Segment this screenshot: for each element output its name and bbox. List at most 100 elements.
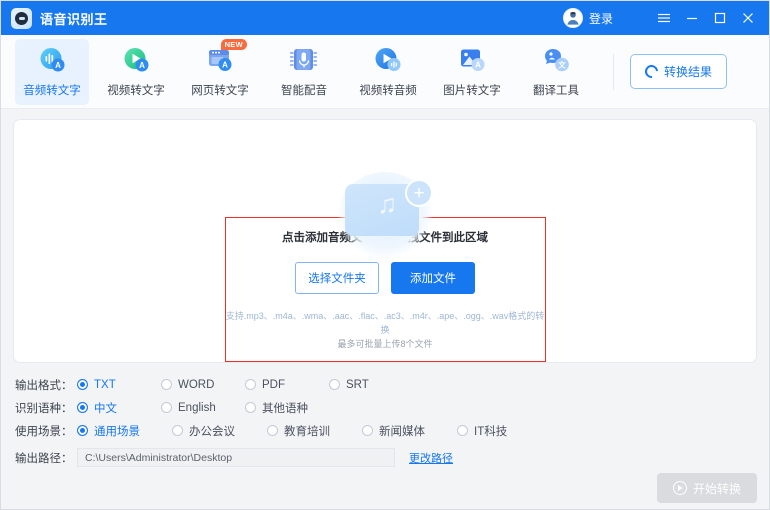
supported-formats-note: 支持.mp3、.m4a、.wma、.aac、.flac、.ac3、.m4r、.a… bbox=[225, 311, 545, 336]
tool-label: 音频转文字 bbox=[23, 85, 81, 97]
radio-icon bbox=[172, 425, 183, 436]
toolbar-divider bbox=[613, 53, 614, 90]
tool-label: 视频转音频 bbox=[359, 85, 417, 97]
language-option-other[interactable]: 其他语种 bbox=[245, 400, 319, 416]
tool-audio-to-text[interactable]: A 音频转文字 bbox=[15, 38, 89, 105]
footer-bar: 开始转换 bbox=[1, 469, 769, 509]
tool-label: 翻译工具 bbox=[533, 85, 579, 97]
upload-limit-note: 最多可批量上传8个文件 bbox=[337, 339, 433, 350]
hamburger-menu-icon[interactable] bbox=[651, 5, 677, 31]
toolbar-items: A 音频转文字 A 视频转文字 A NEW 网页转文字 智能配音 视频转音频 A… bbox=[15, 38, 603, 105]
main-toolbar: A 音频转文字 A 视频转文字 A NEW 网页转文字 智能配音 视频转音频 A… bbox=[1, 35, 769, 109]
language-option-chinese[interactable]: 中文 bbox=[77, 400, 151, 416]
scene-option-education[interactable]: 教育培训 bbox=[267, 423, 352, 439]
radio-icon bbox=[77, 379, 88, 390]
option-label: TXT bbox=[94, 378, 116, 391]
video-to-audio-icon bbox=[373, 45, 403, 75]
tool-webpage-to-text[interactable]: A NEW 网页转文字 bbox=[183, 39, 257, 105]
tool-label: 图片转文字 bbox=[443, 85, 501, 97]
tool-image-to-text[interactable]: A 图片转文字 bbox=[435, 39, 509, 105]
output-path-row: 输出路径： C:\Users\Administrator\Desktop 更改路… bbox=[15, 446, 755, 469]
radio-icon bbox=[267, 425, 278, 436]
radio-icon bbox=[77, 402, 88, 413]
tool-translate[interactable]: 文 翻译工具 bbox=[519, 39, 593, 105]
option-label: 新闻媒体 bbox=[379, 425, 425, 438]
option-label: 办公会议 bbox=[189, 425, 235, 438]
output-format-label: 输出格式： bbox=[15, 379, 73, 392]
radio-icon bbox=[329, 379, 340, 390]
window-controls bbox=[651, 5, 761, 31]
login-button[interactable]: 登录 bbox=[562, 8, 613, 28]
refresh-circle-icon bbox=[642, 62, 661, 81]
svg-text:A: A bbox=[55, 61, 61, 70]
webpage-to-text-icon: A NEW bbox=[205, 39, 247, 75]
change-path-link[interactable]: 更改路径 bbox=[409, 450, 453, 466]
minimize-icon[interactable] bbox=[679, 5, 705, 31]
scene-label: 使用场景： bbox=[15, 425, 73, 438]
dropzone-notes: 支持.mp3、.m4a、.wma、.aac、.flac、.ac3、.m4r、.a… bbox=[226, 310, 545, 352]
tool-label: 网页转文字 bbox=[191, 85, 249, 97]
audio-to-text-icon: A bbox=[37, 45, 67, 75]
svg-text:A: A bbox=[222, 61, 228, 70]
conversion-result-label: 转换结果 bbox=[664, 65, 713, 79]
output-path-input[interactable]: C:\Users\Administrator\Desktop bbox=[77, 448, 395, 467]
login-label: 登录 bbox=[588, 11, 613, 26]
scene-option-news[interactable]: 新闻媒体 bbox=[362, 423, 447, 439]
output-format-option-txt[interactable]: TXT bbox=[77, 379, 151, 391]
option-label: English bbox=[178, 401, 216, 414]
maximize-icon[interactable] bbox=[707, 5, 733, 31]
app-window: 语音识别王 登录 A 音频转文字 A 视频转文字 A NEW 网页转文字 智能配… bbox=[0, 0, 770, 510]
video-to-text-icon: A bbox=[121, 45, 151, 75]
app-logo-icon bbox=[11, 7, 32, 29]
radio-icon bbox=[457, 425, 468, 436]
option-label: 中文 bbox=[94, 402, 117, 415]
option-label: SRT bbox=[346, 378, 369, 391]
translate-tool-icon: 文 bbox=[541, 45, 571, 75]
output-format-option-srt[interactable]: SRT bbox=[329, 379, 403, 391]
language-label: 识别语种： bbox=[15, 402, 73, 415]
svg-text:A: A bbox=[139, 61, 145, 70]
tool-video-to-audio[interactable]: 视频转音频 bbox=[351, 39, 425, 105]
app-title: 语音识别王 bbox=[40, 11, 108, 27]
radio-icon bbox=[245, 379, 256, 390]
avatar-icon bbox=[562, 8, 583, 28]
output-format-option-pdf[interactable]: PDF bbox=[245, 379, 319, 391]
tool-video-to-text[interactable]: A 视频转文字 bbox=[99, 39, 173, 105]
option-label: 通用场景 bbox=[94, 425, 140, 438]
play-circle-icon bbox=[672, 481, 687, 495]
start-conversion-label: 开始转换 bbox=[692, 481, 741, 496]
scene-option-general[interactable]: 通用场景 bbox=[77, 423, 162, 439]
radio-icon bbox=[161, 402, 172, 413]
add-file-button[interactable]: 添加文件 bbox=[391, 262, 475, 295]
output-format-option-word[interactable]: WORD bbox=[161, 379, 235, 391]
svg-text:A: A bbox=[475, 61, 481, 70]
titlebar-right-group: 登录 bbox=[562, 1, 761, 35]
language-row: 识别语种： 中文 English 其他语种 bbox=[15, 396, 755, 419]
audio-file-add-icon: ♫ + bbox=[331, 164, 439, 258]
radio-icon bbox=[245, 402, 256, 413]
radio-icon bbox=[161, 379, 172, 390]
close-icon[interactable] bbox=[735, 5, 761, 31]
option-label: PDF bbox=[262, 378, 285, 391]
tool-label: 智能配音 bbox=[281, 85, 327, 97]
language-option-english[interactable]: English bbox=[161, 402, 235, 414]
option-label: 其他语种 bbox=[262, 402, 308, 415]
option-label: IT科技 bbox=[474, 425, 508, 438]
dropzone-buttons: 选择文件夹 添加文件 bbox=[295, 262, 475, 295]
image-to-text-icon: A bbox=[457, 45, 487, 75]
upload-card: ♫ + 点击添加音频文件 或 拖拽文件到此区域 选择文件夹 添加文件 支持.mp… bbox=[13, 119, 757, 363]
start-conversion-button[interactable]: 开始转换 bbox=[657, 473, 757, 503]
tool-smart-dubbing[interactable]: 智能配音 bbox=[267, 39, 341, 105]
scene-row: 使用场景： 通用场景 办公会议 教育培训 新闻媒体 IT科技 bbox=[15, 419, 755, 442]
tool-label: 视频转文字 bbox=[107, 85, 165, 97]
scene-option-office[interactable]: 办公会议 bbox=[172, 423, 257, 439]
conversion-result-button[interactable]: 转换结果 bbox=[630, 54, 728, 89]
smart-dubbing-icon bbox=[289, 45, 319, 75]
choose-folder-button[interactable]: 选择文件夹 bbox=[295, 262, 379, 295]
scene-option-it[interactable]: IT科技 bbox=[457, 423, 542, 439]
output-format-row: 输出格式： TXT WORD PDF SRT bbox=[15, 373, 755, 396]
output-path-label: 输出路径： bbox=[15, 452, 73, 465]
title-bar: 语音识别王 登录 bbox=[1, 1, 769, 35]
new-badge: NEW bbox=[220, 39, 247, 50]
settings-panel: 输出格式： TXT WORD PDF SRT 识别语种： 中文 English … bbox=[1, 363, 769, 469]
